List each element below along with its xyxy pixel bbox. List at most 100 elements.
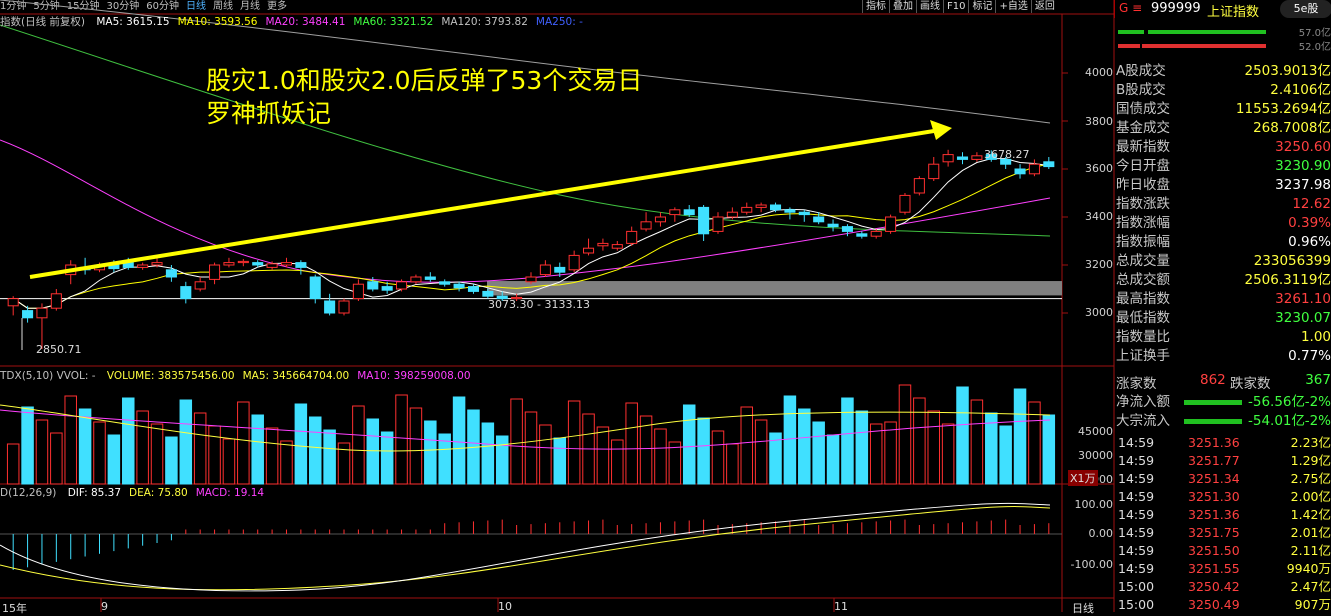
tick-volume: 1.42亿 [1290, 507, 1331, 522]
tick-time: 14:59 [1118, 525, 1155, 540]
quote-value: 3237.98 [1275, 177, 1331, 193]
quote-row: 指数涨跌 12.62 [1116, 195, 1331, 213]
volume-bar [855, 410, 869, 485]
flow-value: -54.01亿 [1248, 413, 1306, 429]
volume-bar [869, 423, 883, 485]
candle-body [252, 262, 264, 266]
volume-bar [1042, 414, 1056, 485]
candle-body [467, 286, 480, 292]
tick-volume: 2.00亿 [1290, 489, 1331, 504]
candle-body [367, 281, 379, 290]
candle-body [165, 269, 177, 278]
volume-bar [941, 423, 955, 485]
tick-volume: 2.75亿 [1290, 471, 1331, 486]
quote-row: 最高指数 3261.10 [1116, 290, 1331, 308]
candle-body [626, 230, 638, 244]
quote-value: 3261.10 [1275, 291, 1331, 307]
indicator-value: MA20: 3484.41 [265, 16, 346, 28]
up-count-label: 涨家数 [1116, 376, 1157, 392]
volume-bar [193, 412, 207, 485]
volume-bar [308, 416, 322, 485]
indicator-value: VOLUME: 383575456.00 [106, 370, 235, 382]
tick-volume: 1.29亿 [1290, 453, 1331, 468]
quote-value: 268.7008亿 [1253, 120, 1331, 136]
volume-bar [826, 434, 840, 485]
tick-price: 3250.42 [1188, 579, 1240, 594]
tick-row: 14:59 3251.30 2.00亿 [1116, 488, 1331, 506]
indicator-value: MA5: 345664704.00 [242, 370, 350, 382]
candle-body [1043, 161, 1055, 168]
candle-body [669, 209, 681, 216]
candle-body [971, 155, 983, 160]
volume-bar [280, 440, 293, 485]
y-tick-label: -100.00 [1070, 558, 1113, 571]
volume-bar [596, 426, 610, 485]
candle-body [856, 233, 868, 237]
quote-row: 最新指数 3250.60 [1116, 138, 1331, 156]
quote-label: 上证换手 [1116, 348, 1170, 364]
quote-value: 1.00 [1300, 329, 1331, 345]
tick-price: 3251.50 [1188, 543, 1240, 558]
volume-bar [107, 434, 121, 485]
candle-body [482, 290, 494, 297]
quote-label: 国债成交 [1116, 101, 1170, 117]
indicator-value: MA120: 3793.82 [441, 16, 528, 28]
macd-title: D(12,26,9) [0, 487, 57, 499]
volume-bar [93, 421, 106, 485]
volume-bar [611, 439, 624, 485]
candle-body [137, 264, 149, 268]
y-tick-label: 3600 [1085, 162, 1113, 175]
tick-row: 14:59 3251.77 1.29亿 [1116, 452, 1331, 470]
tick-volume: 907万 [1294, 597, 1331, 612]
volume-bar [754, 419, 768, 485]
stock-code: 999999 [1151, 1, 1201, 16]
tick-price: 3251.75 [1188, 525, 1240, 540]
trend-arrow [29, 128, 941, 279]
quote-label: 指数量比 [1116, 329, 1170, 345]
volume-bar [798, 408, 811, 485]
volume-bar [424, 420, 437, 485]
volume-bar [726, 443, 739, 485]
quote-row: 今日开盘 3230.90 [1116, 157, 1331, 175]
volume-bar [366, 418, 380, 485]
quote-label: 指数振幅 [1116, 234, 1170, 250]
volume-bar [352, 405, 365, 485]
stock-header[interactable]: G ≡ 999999 上证指数 5e股 [1114, 0, 1331, 20]
volume-bar [481, 422, 495, 485]
volume-bar [1013, 388, 1027, 485]
candle-body [280, 262, 293, 266]
candle-body [554, 266, 566, 273]
tick-price: 3251.36 [1188, 507, 1240, 522]
candle-body [396, 281, 408, 290]
candle-body [755, 204, 767, 208]
quote-value: 2503.9013亿 [1244, 63, 1331, 79]
volume-bar [956, 386, 969, 485]
quote-label: B股成交 [1116, 82, 1166, 98]
dif-line [0, 502, 1051, 592]
annotation-text: 股灾1.0和股灾2.0后反弹了53个交易日 罗神抓妖记 [206, 64, 642, 130]
quote-value: 3230.90 [1275, 158, 1331, 174]
tick-volume: 2.01亿 [1290, 525, 1331, 540]
y-tick-label: 30000 [1078, 449, 1113, 462]
volume-bar [567, 400, 581, 485]
quote-row: B股成交 2.4106亿 [1116, 81, 1331, 99]
indicator-title: 指数(日线 前复权) [0, 16, 86, 28]
volume-bar [6, 443, 20, 485]
candle-body [568, 254, 580, 271]
tick-time: 14:59 [1118, 453, 1155, 468]
tick-row: 15:00 3250.42 2.47亿 [1116, 578, 1331, 596]
tick-volume: 2.23亿 [1290, 435, 1331, 450]
candle-body [539, 264, 551, 276]
quote-row: 基金成交 268.7008亿 [1116, 119, 1331, 137]
candle-body [151, 262, 163, 266]
candle-body [223, 262, 235, 266]
volume-bar [251, 414, 264, 485]
indicator-value: DEA: 75.80 [129, 487, 188, 499]
y-tick-label: 0.00 [1088, 527, 1114, 540]
annotation-line-2: 罗神抓妖记 [206, 99, 332, 128]
candle-body [22, 310, 34, 319]
menu-icon[interactable]: G ≡ [1119, 1, 1142, 15]
tick-time: 14:59 [1118, 543, 1155, 558]
volume-bar [208, 425, 221, 485]
volume-bar [783, 395, 797, 485]
